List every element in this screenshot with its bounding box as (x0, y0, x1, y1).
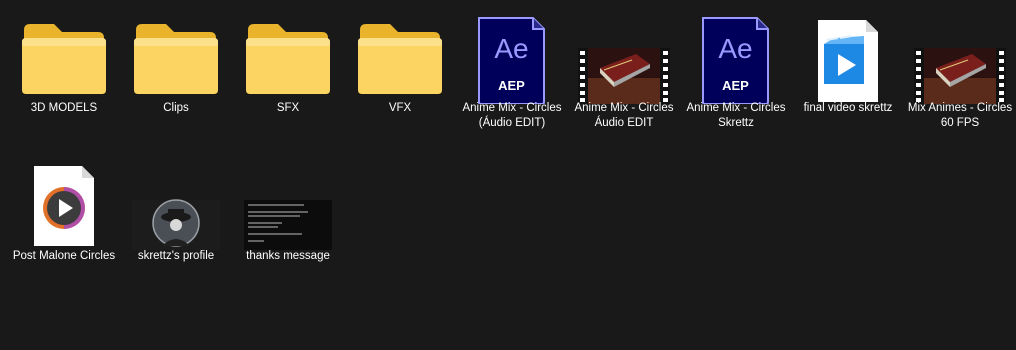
profile-image-thumbnail (122, 162, 230, 258)
text-image-thumbnail (234, 162, 342, 258)
file-name: Anime Mix - Circles Áudio EDIT (574, 102, 674, 129)
file-type-badge: AEP (498, 78, 525, 93)
video-thumbnail-icon (906, 8, 1014, 104)
media-player-file-icon (10, 162, 118, 258)
folder-icon (10, 8, 118, 104)
file-name: Anime Mix - Circles Skrettz (686, 102, 786, 129)
after-effects-logo: Ae (494, 33, 528, 64)
video-thumbnail-icon (570, 8, 678, 104)
file-name: SFX (276, 102, 300, 114)
after-effects-logo: Ae (718, 33, 752, 64)
file-name: Post Malone Circles (12, 250, 116, 262)
file-name: skrettz's profile (137, 250, 215, 262)
after-effects-icon: Ae AEP (458, 8, 566, 104)
file-name: 3D MODELS (30, 102, 98, 114)
folder-icon (122, 8, 230, 104)
folder-icon (234, 8, 342, 104)
file-type-badge: AEP (722, 78, 749, 93)
file-name: Anime Mix - Circles (Áudio EDIT) (462, 102, 562, 129)
after-effects-icon: Ae AEP (682, 8, 790, 104)
folder-icon (346, 8, 454, 104)
video-file-icon (794, 8, 902, 104)
file-name: VFX (388, 102, 412, 114)
file-name: Clips (163, 102, 189, 114)
file-name: thanks message (246, 250, 330, 262)
file-name: Mix Animes - Circles 60 FPS (907, 102, 1013, 129)
file-name: final video skrettz (803, 102, 893, 114)
